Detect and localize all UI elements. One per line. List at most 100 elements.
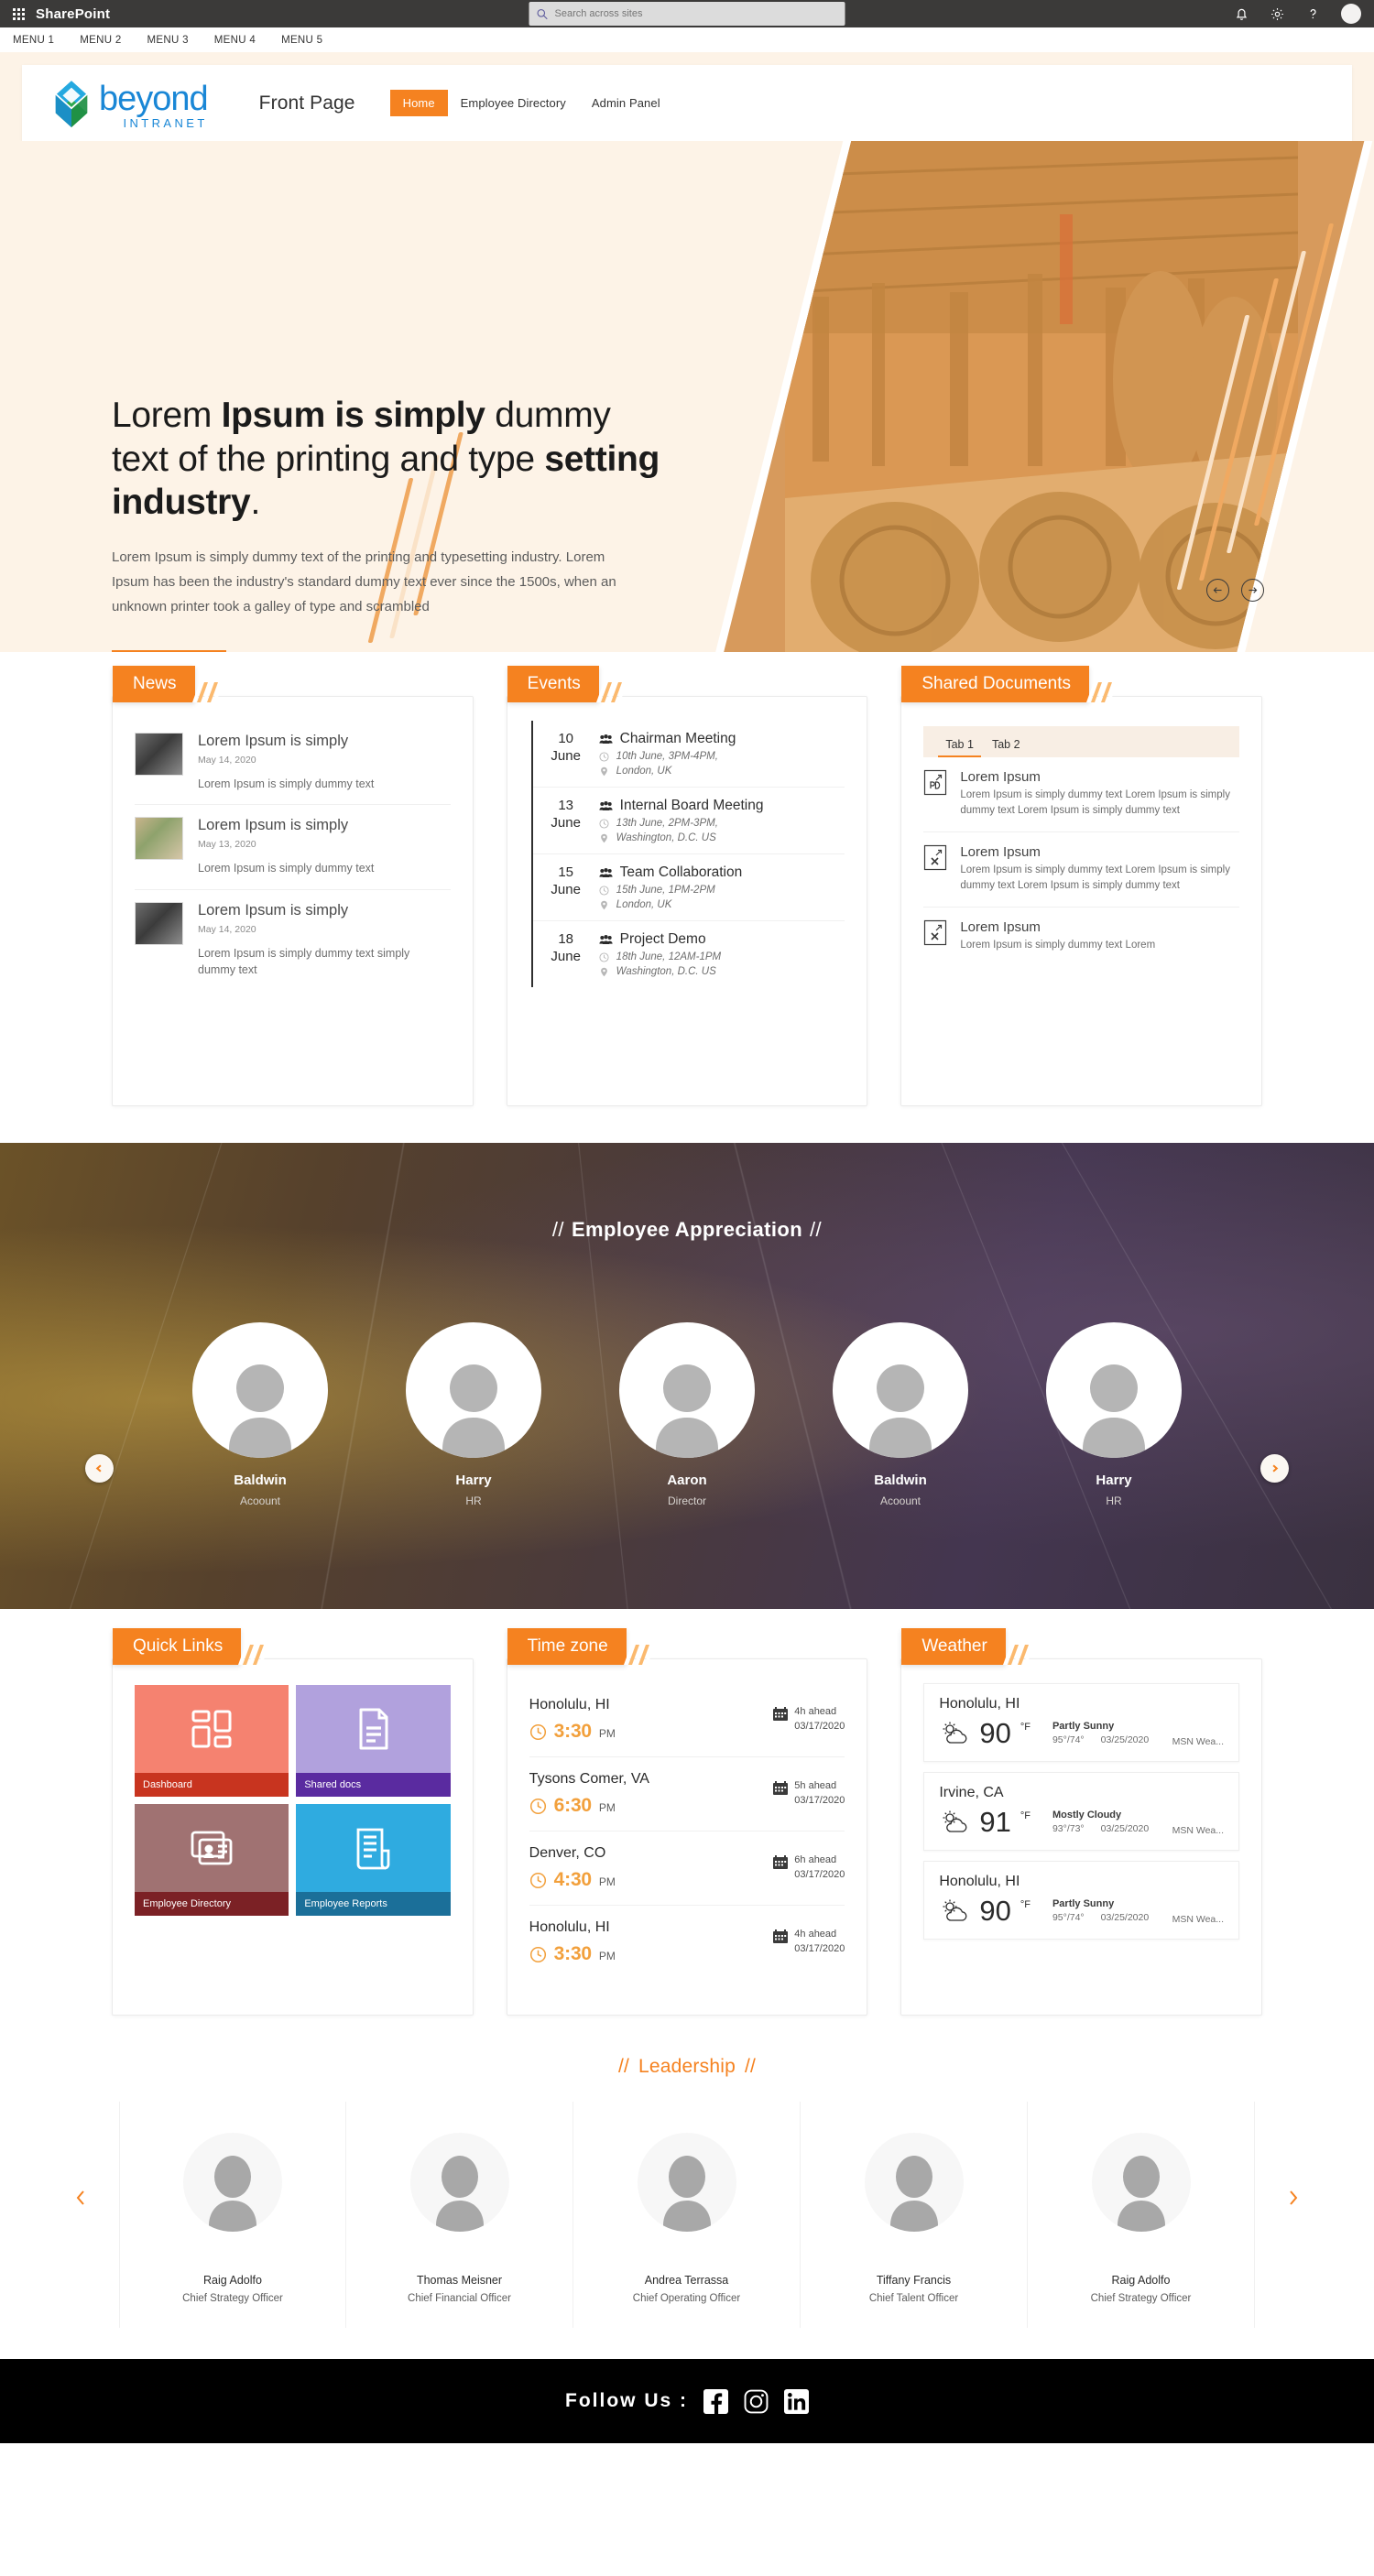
search-input[interactable]: [554, 8, 838, 19]
avatar: [409, 2133, 509, 2232]
tile-label: Dashboard: [135, 1773, 289, 1797]
quick-link-shared-docs[interactable]: Shared docs: [296, 1685, 451, 1797]
news-item-title: Lorem Ipsum is simply: [198, 733, 349, 749]
gear-icon[interactable]: [1270, 6, 1285, 22]
menu-item-2[interactable]: MENU 2: [80, 35, 121, 46]
app-title[interactable]: SharePoint: [36, 6, 110, 22]
banner-stripes: [238, 1645, 270, 1665]
tile-label: Shared docs: [296, 1773, 451, 1797]
event-item[interactable]: 15 June Team Collaboration 15th June, 1P…: [532, 854, 845, 921]
event-place: London, UK: [616, 766, 672, 777]
menu-item-4[interactable]: MENU 4: [214, 35, 256, 46]
document-item[interactable]: Lorem Ipsum Lorem Ipsum is simply dummy …: [923, 832, 1240, 908]
follow-us-label: Follow Us :: [565, 2390, 688, 2411]
partly-sunny-icon: [943, 1722, 967, 1744]
leadership-person[interactable]: Andrea Terrassa Chief Operating Officer: [573, 2102, 801, 2328]
waffle-grid-icon[interactable]: [13, 7, 25, 20]
nav-item-home[interactable]: Home: [389, 90, 448, 116]
news-item[interactable]: Lorem Ipsum is simply May 13, 2020 Lorem…: [135, 805, 451, 890]
news-item[interactable]: Lorem Ipsum is simply May 14, 2020 Lorem…: [135, 721, 451, 806]
document-icon: [359, 1708, 387, 1750]
events-card-title: Events: [507, 666, 599, 702]
weather-row[interactable]: Honolulu, HI 90 °F Partly Sunny 95°/74° …: [923, 1861, 1240, 1940]
time-zone-list: Honolulu, HI 3:30 PM 4h ahead 03/17/2020: [507, 1679, 867, 1979]
time-zone-ampm: PM: [598, 1875, 616, 1888]
news-list: Lorem Ipsum is simply May 14, 2020 Lorem…: [113, 717, 473, 990]
time-zone-time: 3:30: [553, 1943, 592, 1964]
facebook-icon[interactable]: [703, 2388, 728, 2414]
person-placeholder-icon: [662, 2156, 711, 2232]
hero-carousel-nav: [1206, 579, 1264, 602]
slash-right: //: [744, 2056, 757, 2077]
news-item-title: Lorem Ipsum is simply: [198, 901, 349, 918]
leadership-person[interactable]: Raig Adolfo Chief Strategy Officer: [1028, 2102, 1255, 2328]
appreciation-next-button[interactable]: [1260, 1454, 1289, 1483]
news-item[interactable]: Lorem Ipsum is simply May 14, 2020 Lorem…: [135, 890, 451, 990]
event-item[interactable]: 18 June Project Demo 18th June, 12AM-1PM…: [533, 921, 845, 987]
person-role: HR: [465, 1495, 482, 1507]
leadership-title: Leadership: [638, 2056, 736, 2077]
chevron-right-icon: [1272, 1464, 1279, 1473]
leadership-next-button[interactable]: [1284, 2189, 1303, 2207]
weather-row[interactable]: Irvine, CA 91 °F Mostly Cloudy 93°/73° 0…: [923, 1772, 1240, 1851]
logo-subtitle: INTRANET: [123, 115, 208, 130]
appreciation-person[interactable]: Harry HR: [406, 1322, 541, 1507]
event-date: 15 June: [546, 864, 586, 910]
leadership-person[interactable]: Thomas Meisner Chief Financial Officer: [346, 2102, 573, 2328]
bell-icon[interactable]: [1234, 6, 1249, 22]
help-icon[interactable]: [1305, 6, 1321, 22]
time-zone-offset: 5h ahead: [794, 1780, 837, 1792]
person-placeholder-icon: [229, 1364, 291, 1458]
appreciation-person[interactable]: Baldwin Acoount: [192, 1322, 328, 1507]
weather-source: MSN Wea...: [1172, 1825, 1225, 1836]
menu-item-5[interactable]: MENU 5: [281, 35, 322, 46]
suite-search-box[interactable]: [529, 2, 845, 26]
quick-link-dashboard[interactable]: Dashboard: [135, 1685, 289, 1797]
leadership-person[interactable]: Raig Adolfo Chief Strategy Officer: [119, 2102, 346, 2328]
leadership-person[interactable]: Tiffany Francis Chief Talent Officer: [801, 2102, 1028, 2328]
weather-row[interactable]: Honolulu, HI 90 °F Partly Sunny 95°/74° …: [923, 1683, 1240, 1762]
site-logo[interactable]: beyond INTRANET: [48, 78, 209, 130]
nav-item-admin-panel[interactable]: Admin Panel: [579, 90, 673, 116]
quick-link-employee-reports[interactable]: Employee Reports: [296, 1804, 451, 1916]
leader-name: Tiffany Francis: [876, 2274, 952, 2287]
event-item[interactable]: 10 June Chairman Meeting 10th June, 3PM-…: [532, 721, 845, 788]
appreciation-person[interactable]: Aaron Director: [619, 1322, 755, 1507]
tab-1[interactable]: Tab 1: [936, 734, 983, 757]
event-item[interactable]: 13 June Internal Board Meeting 13th June…: [532, 788, 845, 854]
chevron-left-icon: [76, 2190, 84, 2205]
avatar: [192, 1322, 328, 1458]
chevron-right-icon: [1290, 2190, 1298, 2205]
clock-icon: [529, 1872, 546, 1888]
person-role: Acoount: [879, 1495, 921, 1507]
leader-name: Raig Adolfo: [203, 2274, 262, 2287]
linkedin-icon[interactable]: [784, 2388, 809, 2414]
appreciation-prev-button[interactable]: [85, 1454, 114, 1483]
read-more-button[interactable]: Read More: [112, 649, 227, 652]
menu-item-1[interactable]: MENU 1: [13, 35, 54, 46]
event-day: 10: [558, 731, 574, 746]
time-zone-time-row: 6:30 PM: [529, 1795, 774, 1817]
clock-icon: [529, 1946, 546, 1962]
menu-item-3[interactable]: MENU 3: [147, 35, 189, 46]
leadership-prev-button[interactable]: [71, 2189, 90, 2207]
tile-icon-area: [135, 1685, 289, 1773]
hero-next-button[interactable]: [1241, 579, 1264, 602]
news-item-title: Lorem Ipsum is simply: [198, 817, 349, 834]
user-avatar[interactable]: [1341, 4, 1361, 24]
tab-2[interactable]: Tab 2: [983, 734, 1030, 757]
event-day: 13: [558, 798, 574, 813]
appreciation-person[interactable]: Harry HR: [1046, 1322, 1182, 1507]
instagram-icon[interactable]: [744, 2389, 769, 2414]
shared-docs-banner-wrap: Shared Documents: [901, 666, 1261, 702]
hero-banner: Lorem Ipsum is simply dummy text of the …: [0, 141, 1374, 652]
hero-prev-button[interactable]: [1206, 579, 1229, 602]
appreciation-person[interactable]: Baldwin Acoount: [833, 1322, 968, 1507]
weather-source: MSN Wea...: [1172, 1914, 1225, 1925]
event-time-row: 18th June, 12AM-1PM: [599, 951, 845, 962]
nav-item-employee-directory[interactable]: Employee Directory: [448, 90, 579, 116]
document-item[interactable]: Lorem Ipsum Lorem Ipsum is simply dummy …: [923, 908, 1239, 965]
document-item[interactable]: Lorem Ipsum Lorem Ipsum is simply dummy …: [923, 757, 1240, 832]
quick-link-employee-directory[interactable]: Employee Directory: [135, 1804, 289, 1916]
hero-heading-bold1: Ipsum is simply: [221, 396, 485, 435]
